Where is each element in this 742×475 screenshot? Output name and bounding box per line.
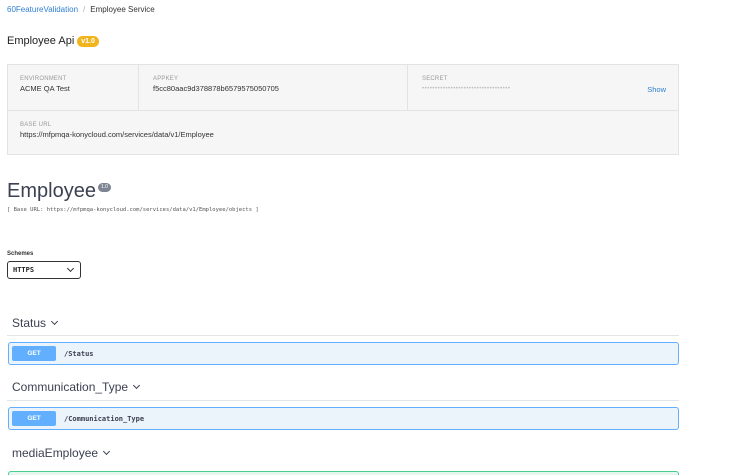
- chevron-down-icon: [133, 381, 141, 390]
- environment-cell: ENVIRONMENT ACME QA Test: [8, 65, 139, 111]
- chevron-down-icon: [66, 264, 75, 273]
- secret-label: SECRET: [422, 76, 448, 82]
- tag-media-employee-header[interactable]: mediaEmployee: [12, 446, 111, 460]
- section-version-badge: 1.0: [97, 183, 111, 192]
- secret-value-masked: ••••••••••••••••••••••••••••••••••: [422, 86, 511, 92]
- baseurl-label: BASE URL: [20, 122, 52, 128]
- breadcrumb-parent-link[interactable]: 60FeatureValidation: [7, 5, 78, 14]
- info-row-baseurl: BASE URL https://mfpmqa-konycloud.com/se…: [8, 112, 678, 155]
- api-title-text: Employee Api: [7, 35, 75, 47]
- endpoint-path: /Status: [64, 349, 94, 358]
- info-row-keys: ENVIRONMENT ACME QA Test APPKEY f5cc80aa…: [8, 65, 678, 111]
- baseurl-value[interactable]: https://mfpmqa-konycloud.com/services/da…: [20, 130, 678, 139]
- section-base-url: [ Base URL: https://mfpmqa-konycloud.com…: [7, 207, 259, 213]
- api-title: Employee Api v1.0: [7, 35, 99, 47]
- environment-label: ENVIRONMENT: [20, 76, 67, 82]
- tag-divider: [7, 335, 679, 336]
- tag-status-header[interactable]: Status: [12, 316, 59, 330]
- tag-divider: [7, 400, 679, 401]
- tag-communication-type-header[interactable]: Communication_Type: [12, 380, 141, 394]
- api-info-panel: ENVIRONMENT ACME QA Test APPKEY f5cc80aa…: [7, 64, 679, 155]
- breadcrumb-separator: /: [83, 5, 86, 14]
- section-title: Employee 1.0: [7, 180, 111, 203]
- version-badge: v1.0: [77, 35, 99, 47]
- opblock-post-partial[interactable]: [8, 471, 679, 475]
- chevron-down-icon: [50, 317, 59, 326]
- section-title-text: Employee: [7, 180, 96, 202]
- breadcrumb: 60FeatureValidation / Employee Service: [7, 5, 155, 14]
- schemes-selected-value: HTTPS: [13, 266, 35, 274]
- tag-media-employee-name: mediaEmployee: [12, 446, 99, 460]
- schemes-label: Schemes: [7, 251, 34, 257]
- opblock-get-communication-type[interactable]: GET /Communication_Type: [8, 407, 679, 430]
- chevron-down-icon: [103, 447, 111, 456]
- breadcrumb-current: Employee Service: [90, 5, 155, 14]
- environment-value: ACME QA Test: [20, 84, 70, 93]
- secret-cell: SECRET •••••••••••••••••••••••••••••••••…: [408, 65, 680, 111]
- method-badge-get: GET: [12, 411, 56, 426]
- method-badge-get: GET: [12, 346, 56, 361]
- appkey-cell: APPKEY f5cc80aac9d378878b6579575050705: [139, 65, 408, 111]
- opblock-get-status[interactable]: GET /Status: [8, 342, 679, 365]
- schemes-select[interactable]: HTTPS: [7, 261, 81, 279]
- appkey-value[interactable]: f5cc80aac9d378878b6579575050705: [153, 84, 407, 93]
- endpoint-path: /Communication_Type: [64, 414, 145, 423]
- appkey-label: APPKEY: [153, 76, 179, 82]
- tag-communication-type-name: Communication_Type: [12, 380, 129, 394]
- show-secret-link[interactable]: Show: [647, 85, 666, 94]
- tag-status-name: Status: [12, 316, 47, 330]
